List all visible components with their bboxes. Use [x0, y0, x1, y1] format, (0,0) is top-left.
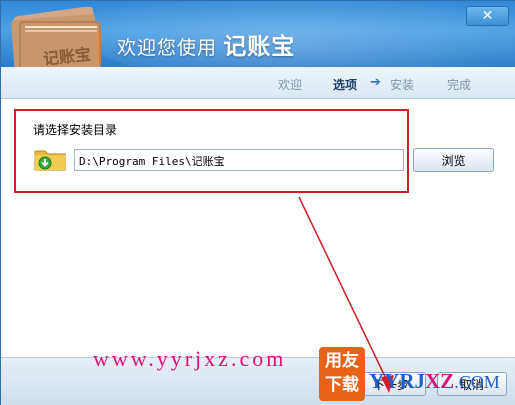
step-finish: 完成: [447, 78, 472, 92]
file-folder-art: 记账宝: [11, 7, 101, 67]
watermark-brand-part-2: XZ: [425, 369, 455, 393]
step-options: 选项: [333, 78, 358, 92]
step-install: 安装: [390, 78, 415, 92]
watermark-brand: YYRJXZ.COM: [369, 369, 500, 394]
installer-window: 记账宝 欢迎您使用 记账宝 ✕ 欢迎 选项 ➔ 安装 完成 请选择安装目录 D:…: [0, 0, 515, 405]
folder-label: 记账宝: [42, 45, 92, 67]
window-title: 欢迎您使用 记账宝: [117, 27, 295, 61]
watermark-brand-part-3: .COM: [454, 372, 500, 392]
steps-bar: 欢迎 选项 ➔ 安装 完成: [1, 67, 515, 99]
watermark-logo-text-top: 用友: [325, 351, 359, 371]
header-banner: 记账宝 欢迎您使用 记账宝 ✕: [1, 1, 515, 67]
install-path-input[interactable]: D:\Program Files\记账宝: [74, 149, 404, 171]
browse-button[interactable]: 浏览: [413, 148, 494, 172]
watermark-url: www.yyrjxz.com: [93, 346, 287, 371]
close-icon: ✕: [481, 8, 494, 24]
arrow-right-icon: ➔: [370, 75, 381, 90]
watermark-logo-text-bottom: 下载: [325, 375, 359, 395]
title-prefix: 欢迎您使用: [117, 38, 218, 59]
install-dir-label: 请选择安装目录: [33, 123, 118, 137]
watermark-logo: 用友 下载: [319, 347, 365, 401]
folder-download-icon: [34, 150, 66, 171]
close-button[interactable]: ✕: [466, 6, 509, 26]
title-brand: 记账宝: [223, 33, 296, 59]
watermark-brand-part-1: YYRJ: [369, 369, 425, 393]
step-welcome: 欢迎: [278, 78, 303, 92]
main-panel: 请选择安装目录 D:\Program Files\记账宝 浏览: [1, 99, 515, 357]
